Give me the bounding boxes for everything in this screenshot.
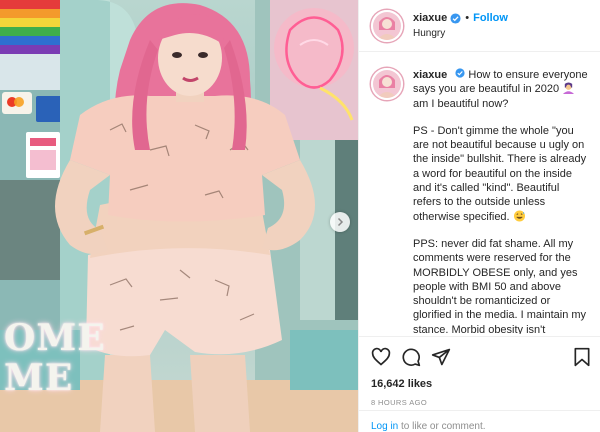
caption-paragraph-1: xiaxue How to ensure everyone says you a…: [413, 68, 589, 111]
person-gesturing-emoji-icon: [563, 82, 575, 95]
post-actions: 16,642 likes 8 HOURS AGO: [359, 336, 600, 407]
avatar[interactable]: [371, 9, 403, 42]
header-text: xiaxue • Follow Hungry: [413, 11, 508, 41]
caption-paragraph-2: PS - Don't gimme the whole "you are not …: [413, 124, 589, 224]
caption-text-2: PS - Don't gimme the whole "you are not …: [413, 124, 587, 223]
carousel-next-button[interactable]: [330, 212, 350, 232]
post-photo: OME ME: [0, 0, 358, 432]
neon-sign-line-2: ME: [4, 357, 74, 399]
caption-text-1b: am I beautiful now?: [413, 97, 509, 110]
follow-button[interactable]: Follow: [473, 11, 508, 26]
login-prompt: Log in to like or comment.: [359, 410, 600, 432]
header-row: xiaxue • Follow: [413, 11, 508, 26]
comment-icon: [402, 348, 421, 367]
post-timestamp[interactable]: 8 HOURS AGO: [371, 398, 591, 407]
heart-icon: [371, 347, 391, 366]
caption-username[interactable]: xiaxue: [413, 69, 447, 81]
login-link[interactable]: Log in: [371, 421, 398, 432]
verified-badge-icon: [455, 68, 465, 78]
caption-text-3: PPS: never did fat shame. All my comment…: [413, 237, 587, 334]
caption-avatar[interactable]: [371, 68, 403, 100]
separator-dot: •: [465, 11, 470, 24]
post-details-panel: xiaxue • Follow Hungry xiaxue How to ens…: [358, 0, 600, 432]
bookmark-icon: [574, 347, 590, 367]
location-link[interactable]: Hungry: [413, 26, 508, 41]
verified-badge-icon: [450, 12, 461, 24]
caption-row: xiaxue How to ensure everyone says you a…: [371, 68, 589, 334]
action-icons: [371, 345, 591, 369]
comment-button[interactable]: [401, 347, 421, 367]
avatar-image: [373, 11, 401, 40]
chevron-right-icon: [337, 217, 344, 227]
like-button[interactable]: [371, 347, 391, 367]
caption-text: xiaxue How to ensure everyone says you a…: [413, 68, 589, 334]
avatar-image: [373, 70, 401, 98]
share-icon: [431, 348, 451, 366]
save-button[interactable]: [573, 347, 591, 367]
likes-count[interactable]: 16,642 likes: [371, 378, 591, 390]
post-header: xiaxue • Follow Hungry: [359, 0, 600, 52]
caption-paragraph-3: PPS: never did fat shame. All my comment…: [413, 237, 589, 334]
neon-sign-text: OME ME: [4, 318, 106, 398]
sweat-smile-emoji-icon: [513, 210, 525, 222]
caption-area[interactable]: xiaxue How to ensure everyone says you a…: [359, 56, 600, 334]
neon-sign-line-1: OME: [4, 317, 106, 359]
login-prompt-text: to like or comment.: [398, 421, 486, 432]
username-link[interactable]: xiaxue: [413, 11, 447, 26]
share-button[interactable]: [431, 347, 451, 367]
